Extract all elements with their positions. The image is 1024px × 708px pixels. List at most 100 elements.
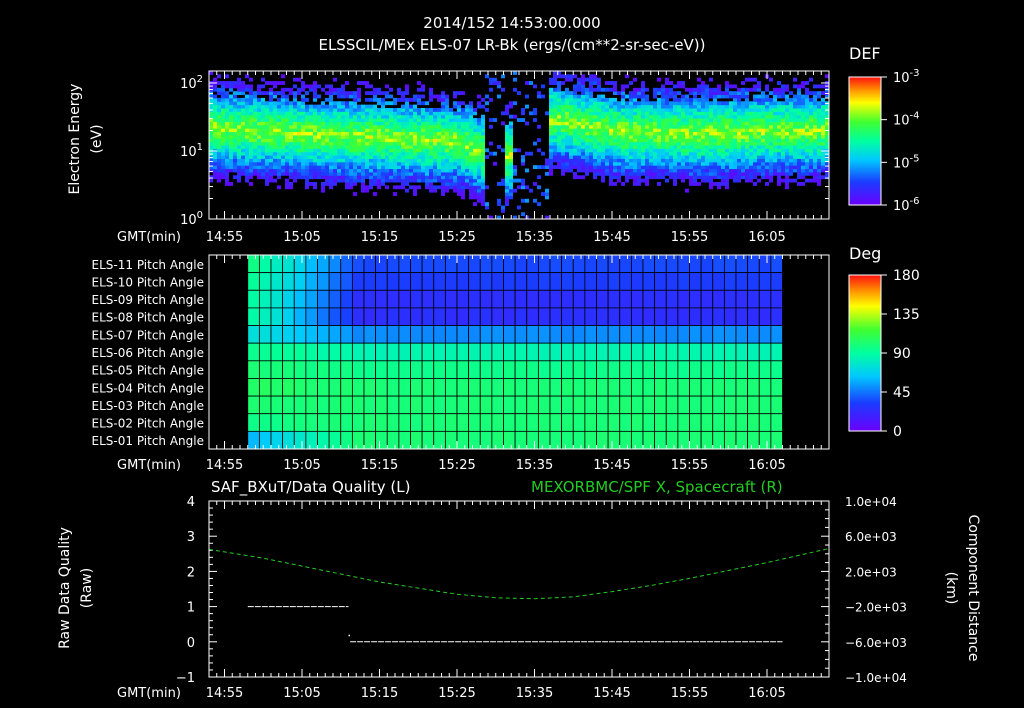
spectrogram-cell [569, 97, 573, 102]
spectrogram-cell [221, 138, 225, 143]
spectrogram-cell [661, 175, 665, 180]
spectrogram-cell [597, 155, 601, 159]
spectrogram-cell [397, 158, 401, 163]
spectrogram-cell [437, 165, 441, 170]
spectrogram-cell [453, 165, 457, 170]
spectrogram-cell [793, 94, 797, 99]
spectrogram-cell [577, 175, 581, 180]
spectrogram-cell [649, 104, 653, 109]
spectrogram-cell [721, 101, 725, 106]
spectrogram-cell [665, 81, 669, 85]
spectrogram-cell [417, 158, 421, 163]
spectrogram-cell [361, 81, 365, 85]
spectrogram-cell [409, 155, 413, 159]
spectrogram-cell [265, 118, 269, 122]
spectrogram-cell [413, 108, 417, 112]
spectrogram-cell [217, 101, 221, 106]
spectrogram-cell [721, 161, 725, 166]
spectrogram-cell [625, 158, 629, 163]
spectrogram-cell [289, 128, 293, 133]
spectrogram-cell [669, 161, 673, 166]
spectrogram-cell [577, 141, 581, 146]
spectrogram-cell [401, 131, 405, 136]
spectrogram-cell [609, 175, 613, 180]
spectrogram-cell [741, 101, 745, 106]
spectrogram-cell [765, 118, 769, 122]
spectrogram-cell [209, 111, 213, 116]
spectrogram-cell [689, 155, 693, 159]
spectrogram-cell [229, 104, 233, 109]
spectrogram-cell [257, 128, 261, 133]
spectrogram-cell [221, 145, 225, 149]
spectrogram-cell [401, 155, 405, 159]
pitch-angle-cell [305, 360, 318, 379]
spectrogram-cell [809, 118, 813, 122]
spectrogram-cell [557, 148, 561, 153]
spectrogram-cell [485, 108, 489, 112]
spectrogram-cell [673, 138, 677, 143]
spectrogram-cell [613, 158, 617, 163]
spectrogram-cell [473, 121, 477, 126]
pitch-angle-row-label: ELS-06 Pitch Angle [92, 346, 204, 360]
spectrogram-cell [365, 158, 369, 163]
spectrogram-cell [581, 111, 585, 116]
spectrogram-cell [449, 124, 453, 129]
spectrogram-cell [457, 182, 461, 186]
spectrogram-cell [217, 124, 221, 129]
spectrogram-cell [465, 175, 469, 180]
spectrogram-cell [409, 131, 413, 136]
spectrogram-cell [769, 131, 773, 136]
spectrogram-cell [733, 134, 737, 139]
spectrogram-cell [397, 148, 401, 153]
spectrogram-cell [741, 148, 745, 153]
spectrogram-cell [761, 128, 765, 133]
spectrogram-cell [649, 121, 653, 126]
pitch-angle-cell [549, 360, 563, 379]
spectrogram-cell [589, 168, 593, 173]
spectrogram-cell [405, 148, 409, 153]
pitch-angle-cell [770, 307, 783, 326]
spectrogram-cell [297, 134, 301, 139]
spectrogram-cell [333, 77, 337, 82]
spectrogram-cell [805, 124, 809, 129]
pitch-angle-cell [689, 378, 702, 397]
pitch-angle-cell [398, 430, 411, 450]
spectrogram-cell [393, 161, 397, 166]
spectrogram-cell [589, 97, 593, 102]
spectrogram-cell [325, 114, 329, 119]
spectrogram-cell [389, 87, 393, 92]
spectrogram-cell [685, 111, 689, 116]
spectrogram-cell [581, 81, 585, 85]
spectrogram-cell [761, 171, 765, 176]
spectrogram-cell [473, 151, 477, 156]
spectrogram-cell [353, 145, 357, 149]
spectrogram-cell [261, 111, 265, 116]
spectrogram-cell [769, 175, 773, 180]
spectrogram-cell [577, 131, 581, 136]
spectrogram-cell [413, 114, 417, 119]
pitch-angle-cell [317, 289, 330, 309]
spectrogram-cell [221, 118, 225, 122]
spectrogram-cell [421, 84, 425, 89]
spectrogram-cell [285, 161, 289, 166]
spectrogram-cell [217, 158, 221, 163]
spectrogram-cell [265, 128, 269, 133]
spectrogram-cell [745, 97, 749, 102]
spectrogram-cell [809, 155, 813, 159]
pitch-angle-cell [479, 378, 493, 397]
spectrogram-cell [305, 168, 309, 173]
spectrogram-cell [373, 91, 377, 96]
spectrogram-cell [413, 134, 417, 139]
spectrogram-cell [733, 175, 737, 180]
pitch-angle-cell [317, 360, 330, 379]
spectrogram-cell [257, 165, 261, 170]
spectrogram-cell [241, 148, 245, 153]
spectrogram-cell [757, 151, 761, 156]
spectrogram-cell [557, 158, 561, 163]
spectrogram-cell [549, 158, 553, 163]
spectrogram-cell [277, 134, 281, 139]
spectrogram-cell [585, 155, 589, 159]
spectrogram-cell [441, 114, 445, 119]
spectrogram-cell [821, 108, 825, 112]
spectrogram-cell [577, 87, 581, 92]
